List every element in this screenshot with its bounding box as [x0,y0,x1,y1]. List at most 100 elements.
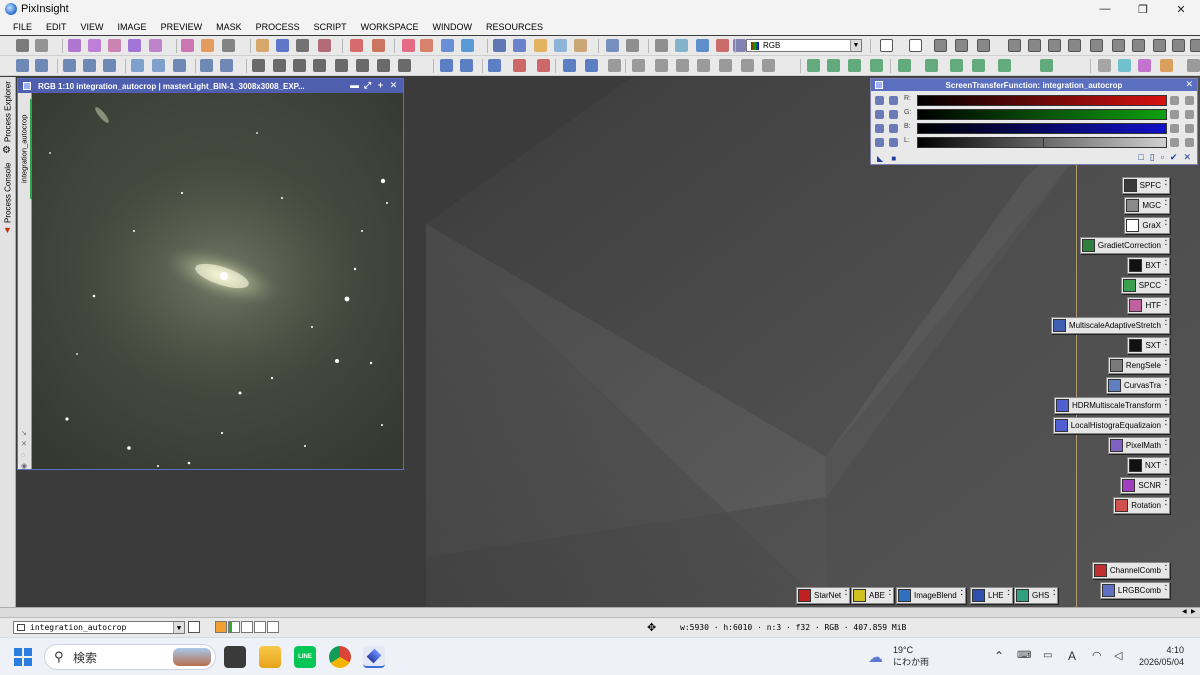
stf-tool-icon[interactable] [875,138,884,147]
wifi-icon[interactable]: ◠ [1092,649,1102,662]
view-tool-icon[interactable] [460,59,473,72]
stf-channel-options-icon[interactable] [1185,138,1194,147]
view-tool-icon[interactable] [200,59,213,72]
view-tool-icon[interactable] [356,59,369,72]
toolbar-tool-icon[interactable] [696,39,709,52]
view-tool-icon[interactable] [313,59,326,72]
toolbar-tool-icon[interactable] [372,39,385,52]
view-tool-icon[interactable] [998,59,1011,72]
toolbar-tool-icon[interactable] [68,39,81,52]
view-tool-icon[interactable] [131,59,144,72]
view-tab[interactable]: integration_autocrop [18,99,32,199]
process-icon-htf[interactable]: HTF ▪ ▪ [1127,297,1170,314]
tab-process-explorer[interactable]: Process Explorer [1,79,15,145]
window-layout-icon[interactable] [1028,39,1041,52]
chrome-icon[interactable] [329,646,351,668]
stf-panel[interactable]: ScreenTransferFunction: integration_auto… [870,78,1198,165]
view-tool-icon[interactable] [697,59,710,72]
stf-tool-icon[interactable] [889,138,898,147]
menu-view[interactable]: VIEW [81,22,104,32]
view-tool-icon[interactable] [440,59,453,72]
process-icon-lrgbcomb[interactable]: LRGBComb ▪ ▪ [1099,582,1170,599]
view-tool-icon[interactable] [1040,59,1053,72]
view-tool-icon[interactable] [950,59,963,72]
view-tool-icon[interactable] [719,59,732,72]
stf-tool-icon[interactable] [875,124,884,133]
stf-reset-channel-icon[interactable] [1170,138,1179,147]
view-tool-icon[interactable] [1138,59,1151,72]
process-icon-spfc[interactable]: SPFC ▪ ▪ [1121,177,1170,194]
view-tool-icon[interactable] [377,59,390,72]
slot-5[interactable] [267,621,279,633]
menu-resources[interactable]: RESOURCES [486,22,543,32]
stf-channel-options-icon[interactable] [1185,110,1194,119]
shade-button[interactable]: ▬ [348,80,361,91]
slot-2[interactable] [228,621,240,633]
view-tool-icon[interactable] [608,59,621,72]
view-tool-icon[interactable] [252,59,265,72]
new-view-button[interactable] [188,621,200,633]
windows-start-icon[interactable] [14,648,32,666]
toolbar-tool-icon[interactable] [318,39,331,52]
maximize-button[interactable]: ❐ [1124,0,1162,18]
window-layout-icon[interactable] [909,39,922,52]
toolbar-tool-icon[interactable] [716,39,729,52]
process-icon-multiscaleadaptivestretch[interactable]: MultiscaleAdaptiveStretch ▪ ▪ [1050,317,1170,334]
process-icon-abe[interactable]: ABE ▪ ▪ [851,587,895,604]
toolbar-tool-icon[interactable] [420,39,433,52]
window-layout-icon[interactable] [880,39,893,52]
drag-handle-icon[interactable]: ◣ [877,154,883,163]
toolbar-tool-icon[interactable] [35,39,48,52]
slot-1[interactable] [215,621,227,633]
view-tool-icon[interactable] [1098,59,1111,72]
menu-mask[interactable]: MASK [216,22,242,32]
menu-script[interactable]: SCRIPT [314,22,347,32]
view-tool-icon[interactable] [585,59,598,72]
toolbar-tool-icon[interactable] [402,39,415,52]
view-tool-icon[interactable] [655,59,668,72]
close-button[interactable]: ✕ [1162,0,1200,18]
tab-process-console[interactable]: Process Console [1,161,15,225]
window-layout-icon[interactable] [1112,39,1125,52]
toolbar-tool-icon[interactable] [128,39,141,52]
process-icon-spcc[interactable]: SPCC ▪ ▪ [1120,277,1170,294]
circle-icon[interactable]: ◉ [21,461,27,472]
arrow-icon[interactable]: ↘ [21,428,27,439]
toolbar-tool-icon[interactable] [675,39,688,52]
midtones-marker[interactable] [1043,138,1044,147]
window-layout-icon[interactable] [1048,39,1061,52]
toolbar-tool-icon[interactable] [296,39,309,52]
view-tool-icon[interactable] [513,59,526,72]
window-layout-icon[interactable] [977,39,990,52]
process-icon-channelcomb[interactable]: ChannelComb ▪ ▪ [1091,562,1170,579]
window-layout-icon[interactable] [1190,39,1200,52]
process-icon-hdrmultiscaletransform[interactable]: HDRMultiscaleTransform ▪ ▪ [1053,397,1170,414]
toolbar-tool-icon[interactable] [461,39,474,52]
stf-channel-slider[interactable] [917,95,1167,106]
process-icon-scnr[interactable]: SCNR ▪ ▪ [1120,477,1170,494]
view-tool-icon[interactable] [1187,59,1200,72]
process-icon-starnet[interactable]: StarNet ▪ ▪ [796,587,851,604]
view-tool-icon[interactable] [398,59,411,72]
toolbar-tool-icon[interactable] [441,39,454,52]
stf-tool-icon[interactable] [889,124,898,133]
view-tool-icon[interactable] [848,59,861,72]
image-window-titlebar[interactable]: RGB 1:10 integration_autocrop | masterLi… [18,79,403,93]
stf-channel-slider[interactable] [917,123,1167,134]
view-tool-icon[interactable] [870,59,883,72]
view-tool-icon[interactable] [63,59,76,72]
stf-channel-slider[interactable] [917,109,1167,120]
process-icon-curvastra[interactable]: CurvasTra ▪ ▪ [1105,377,1170,394]
crosshair-icon[interactable]: ✕ [21,439,27,450]
toolbar-tool-icon[interactable] [554,39,567,52]
process-icon-ghs[interactable]: GHS ▪ ▪ [1014,587,1059,604]
toolbar-tool-icon[interactable] [201,39,214,52]
scroll-left-icon[interactable]: ◀ [1182,608,1190,616]
process-icon-pixelmath[interactable]: PixelMath ▪ ▪ [1107,437,1170,454]
maximize-view-button[interactable]: + [374,80,387,91]
chevron-down-icon[interactable]: ▼ [173,622,184,633]
menu-workspace[interactable]: WORKSPACE [361,22,419,32]
view-tool-icon[interactable] [807,59,820,72]
process-icon-nxt[interactable]: NXT ▪ ▪ [1127,457,1170,474]
view-tool-icon[interactable] [762,59,775,72]
